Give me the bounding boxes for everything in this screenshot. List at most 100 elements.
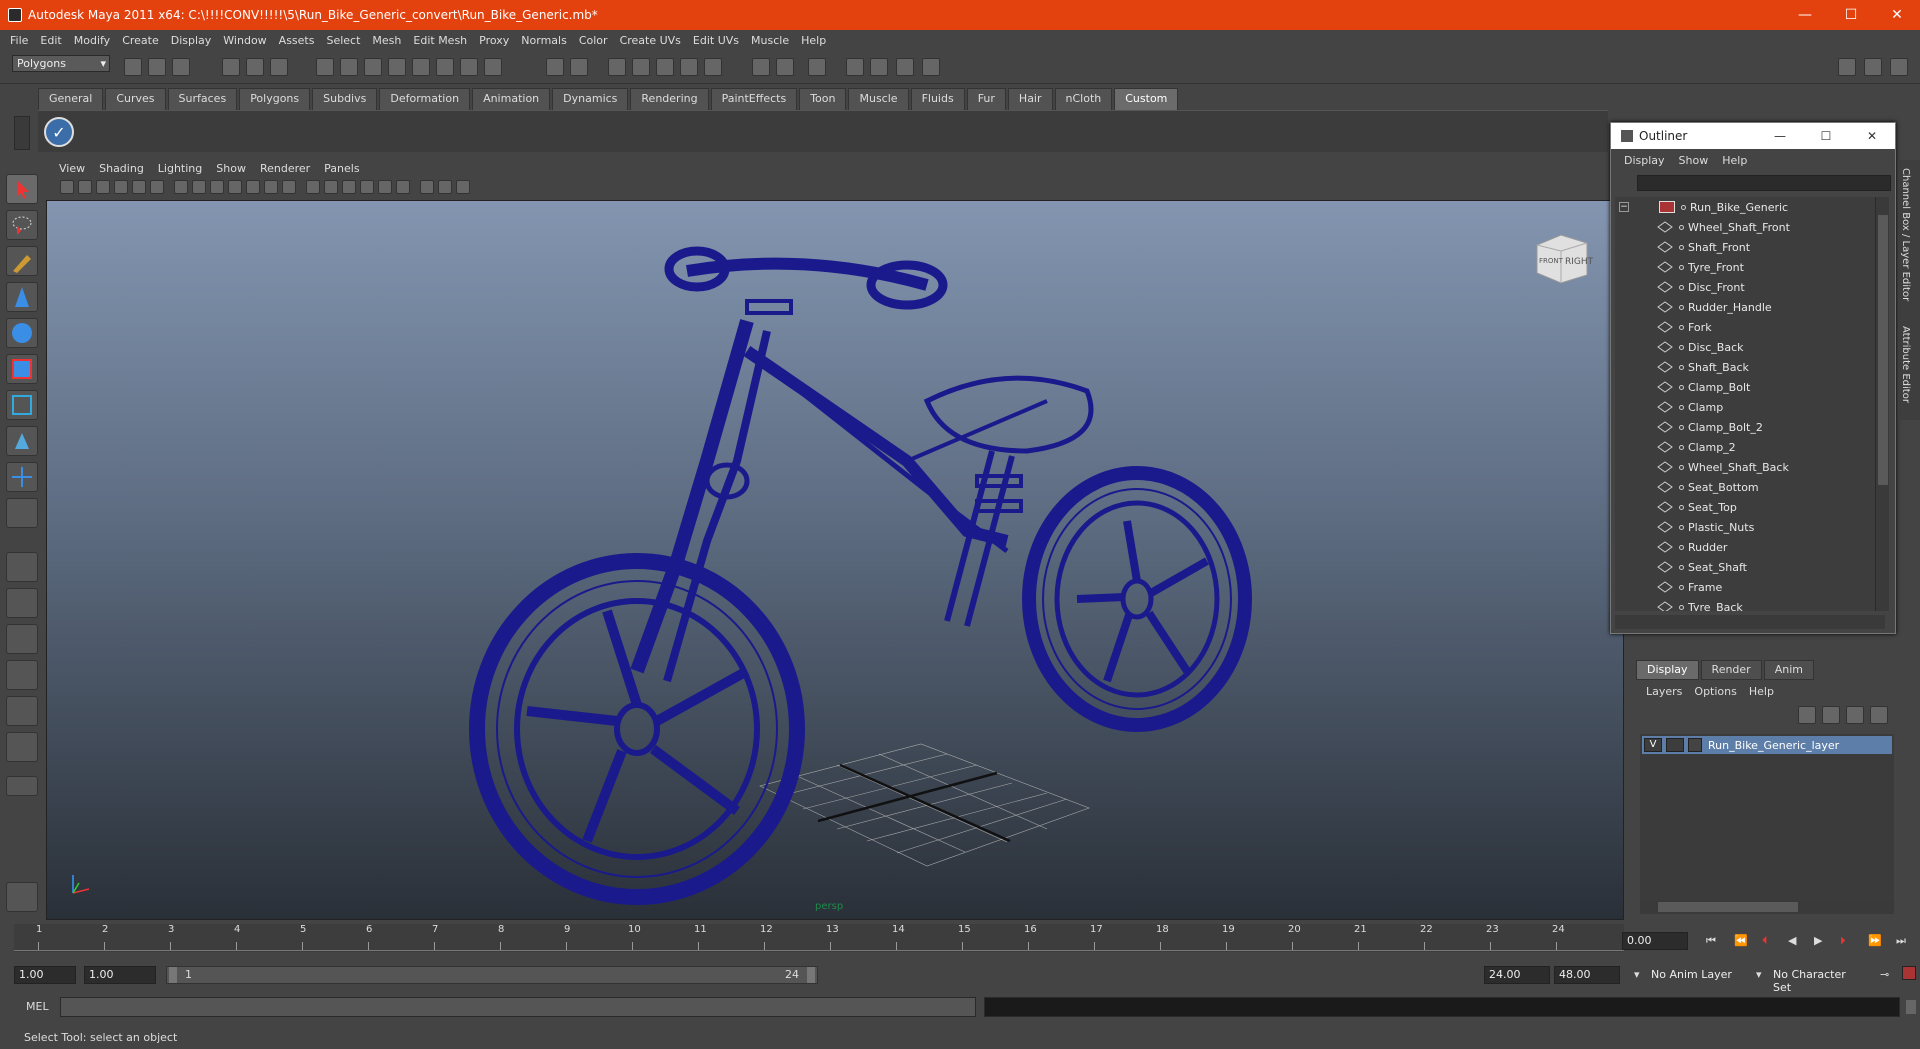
select-by-hierarchy-icon[interactable] [222, 58, 240, 76]
mel-command-input[interactable] [60, 997, 976, 1017]
minimize-button[interactable]: — [1782, 0, 1828, 30]
menu-create[interactable]: Create [116, 34, 165, 47]
move-layer-down-icon[interactable] [1822, 706, 1840, 724]
create-empty-layer-icon[interactable] [1846, 706, 1864, 724]
smooth-shade-icon[interactable] [282, 180, 296, 194]
chevron-down-icon[interactable]: ▾ [1634, 968, 1640, 981]
shelf-menu-icon[interactable] [14, 116, 30, 150]
outliner-close-button[interactable]: ✕ [1849, 123, 1895, 149]
layer-color-swatch[interactable] [1688, 738, 1702, 752]
layer-tab-anim[interactable]: Anim [1763, 660, 1814, 680]
shelf-tab-painteffects[interactable]: PaintEffects [710, 88, 798, 110]
shelf-tab-polygons[interactable]: Polygons [239, 88, 311, 110]
list-item[interactable]: Fork [1657, 317, 1712, 337]
outliner-minimize-button[interactable]: — [1757, 123, 1803, 149]
shelf-tab-hair[interactable]: Hair [1007, 88, 1053, 110]
viewport-menu-renderer[interactable]: Renderer [253, 162, 317, 175]
menu-color[interactable]: Color [573, 34, 614, 47]
list-item[interactable]: Wheel_Shaft_Back [1657, 457, 1789, 477]
layer-row[interactable]: V Run_Bike_Generic_layer [1642, 736, 1892, 754]
shelf-tab-animation[interactable]: Animation [472, 88, 551, 110]
shadows-icon[interactable] [360, 180, 374, 194]
xray-icon[interactable] [420, 180, 434, 194]
camera-lock-icon[interactable] [78, 180, 92, 194]
shelf-tab-custom[interactable]: Custom [1114, 88, 1179, 110]
animation-start-field[interactable]: 1.00 [14, 966, 76, 984]
list-item[interactable]: Wheel_Shaft_Front [1657, 217, 1790, 237]
menu-window[interactable]: Window [217, 34, 272, 47]
layer-tab-render[interactable]: Render [1700, 660, 1762, 680]
layer-menu-layers[interactable]: Layers [1640, 685, 1688, 698]
last-tool-icon[interactable] [6, 498, 38, 528]
show-tool-settings-icon[interactable] [1864, 58, 1882, 76]
viewport-menu-lighting[interactable]: Lighting [151, 162, 209, 175]
layer-scroll-thumb[interactable] [1658, 902, 1798, 912]
close-button[interactable]: ✕ [1874, 0, 1920, 30]
menu-assets[interactable]: Assets [273, 34, 321, 47]
use-default-light-icon[interactable] [342, 180, 356, 194]
list-item[interactable]: Shaft_Back [1657, 357, 1749, 377]
paint-select-tool-icon[interactable] [6, 246, 38, 276]
film-gate-icon[interactable] [150, 180, 164, 194]
lock-icon[interactable] [546, 58, 564, 76]
save-scene-icon[interactable] [172, 58, 190, 76]
render-current-icon[interactable] [656, 58, 674, 76]
menu-set-dropdown[interactable]: Polygons ▾ [12, 55, 110, 72]
shelf-tab-ncloth[interactable]: nCloth [1054, 88, 1113, 110]
perspective-viewport[interactable]: FRONT RIGHT persp [46, 200, 1624, 920]
trax-editor-icon[interactable] [922, 58, 940, 76]
list-item[interactable]: Tyre_Back [1657, 597, 1743, 611]
bookmarks-icon[interactable] [96, 180, 110, 194]
list-item[interactable]: Seat_Bottom [1657, 477, 1759, 497]
checkmark-shelf-icon[interactable]: ✓ [44, 117, 74, 147]
shelf-tab-rendering[interactable]: Rendering [630, 88, 709, 110]
list-item[interactable]: Clamp [1657, 397, 1723, 417]
menu-edit-uvs[interactable]: Edit UVs [687, 34, 745, 47]
field-chart-icon[interactable] [210, 180, 224, 194]
isolate-select-icon[interactable] [396, 180, 410, 194]
snap-curve-icon[interactable] [340, 58, 358, 76]
list-item[interactable]: Tyre_Front [1657, 257, 1744, 277]
construction-history-icon[interactable] [460, 58, 478, 76]
step-forward-frame-icon[interactable]: ⏩ [1868, 934, 1882, 947]
menu-mesh[interactable]: Mesh [366, 34, 407, 47]
select-by-component-icon[interactable] [270, 58, 288, 76]
rotate-tool-icon[interactable] [6, 318, 38, 348]
wireframe-on-shaded-icon[interactable] [306, 180, 320, 194]
tab-attribute-editor[interactable]: Attribute Editor [1900, 326, 1911, 403]
shelf-tab-toon[interactable]: Toon [799, 88, 847, 110]
safe-title-icon[interactable] [246, 180, 260, 194]
outliner-scroll-thumb[interactable] [1878, 215, 1888, 485]
show-attribute-editor-icon[interactable] [1838, 58, 1856, 76]
make-live-icon[interactable] [412, 58, 430, 76]
show-channel-box-icon[interactable] [1890, 58, 1908, 76]
menu-edit[interactable]: Edit [34, 34, 67, 47]
step-forward-key-icon[interactable]: ⏵ [1840, 934, 1846, 948]
camera-icon[interactable] [752, 58, 770, 76]
outliner-menu-display[interactable]: Display [1617, 154, 1672, 167]
gate-mask-icon[interactable] [192, 180, 206, 194]
go-to-end-icon[interactable]: ⏭ [1896, 934, 1906, 948]
layer-display-type-toggle[interactable] [1666, 738, 1684, 752]
shelf-tab-fur[interactable]: Fur [966, 88, 1006, 110]
layer-horizontal-scrollbar[interactable] [1640, 900, 1894, 914]
maximize-button[interactable]: ☐ [1828, 0, 1874, 30]
shelf-tab-muscle[interactable]: Muscle [848, 88, 909, 110]
auto-key-icon[interactable] [1902, 966, 1916, 980]
outliner-menu-show[interactable]: Show [1672, 154, 1716, 167]
animation-end-field[interactable]: 48.00 [1554, 966, 1620, 984]
step-back-frame-icon[interactable]: ⏪ [1734, 934, 1748, 947]
mel-label[interactable]: MEL [26, 1000, 49, 1013]
safe-action-icon[interactable] [228, 180, 242, 194]
range-handle-left[interactable] [169, 967, 177, 983]
list-item[interactable]: Disc_Back [1657, 337, 1744, 357]
list-item[interactable]: Rudder [1657, 537, 1727, 557]
outliner-menu-help[interactable]: Help [1715, 154, 1754, 167]
render-settings-icon[interactable] [704, 58, 722, 76]
shelf-tab-dynamics[interactable]: Dynamics [552, 88, 629, 110]
help-icon[interactable] [484, 58, 502, 76]
dope-sheet-icon[interactable] [896, 58, 914, 76]
shelf-tab-subdivs[interactable]: Subdivs [312, 88, 378, 110]
list-item[interactable]: Rudder_Handle [1657, 297, 1772, 317]
viewport-menu-show[interactable]: Show [209, 162, 253, 175]
